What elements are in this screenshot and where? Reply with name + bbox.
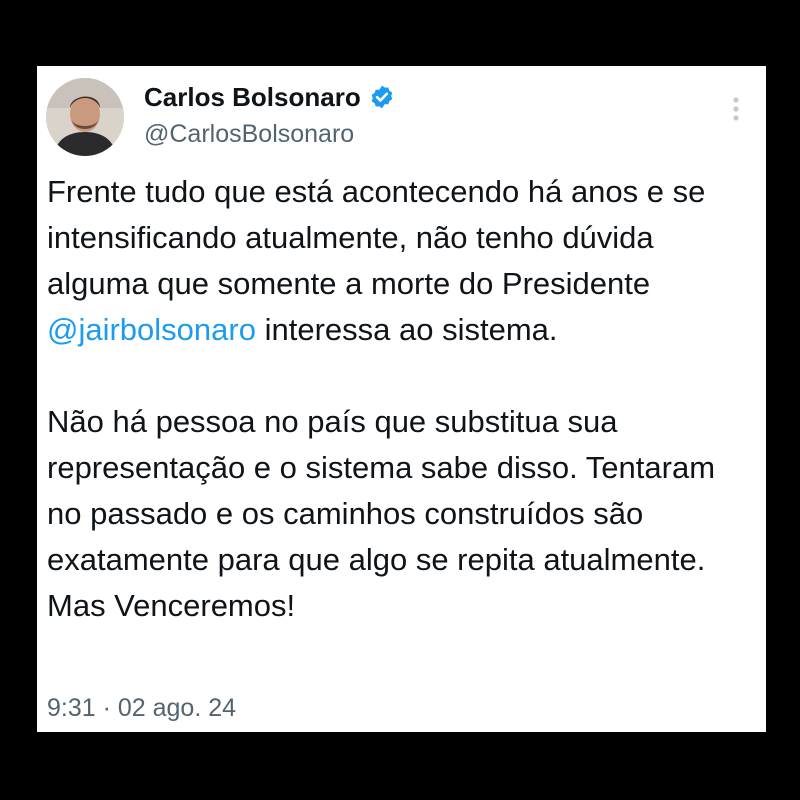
author-name[interactable]: Carlos Bolsonaro [144,80,361,114]
tweet-timestamp[interactable]: 9:31 · 02 ago. 24 [47,693,236,723]
more-vertical-icon[interactable] [730,94,742,124]
tweet-paragraph-1: Frente tudo que está acontecendo há anos… [47,169,757,353]
paragraph-1-text-before: Frente tudo que está acontecendo há anos… [47,174,706,301]
author-row: Carlos Bolsonaro [144,80,395,114]
avatar[interactable] [46,78,124,156]
tweet-paragraph-2: Não há pessoa no país que substitua sua … [47,404,716,623]
verified-badge-icon [369,84,395,110]
tweet-text: Frente tudo que está acontecendo há anos… [47,169,757,629]
author-handle[interactable]: @CarlosBolsonaro [144,118,354,150]
mention-link[interactable]: @jairbolsonaro [47,312,256,347]
avatar-photo-icon [46,78,124,156]
paragraph-1-text-after: interessa ao sistema. [255,312,558,347]
tweet-card: Carlos Bolsonaro @CarlosBolsonaro Frente… [37,66,766,732]
